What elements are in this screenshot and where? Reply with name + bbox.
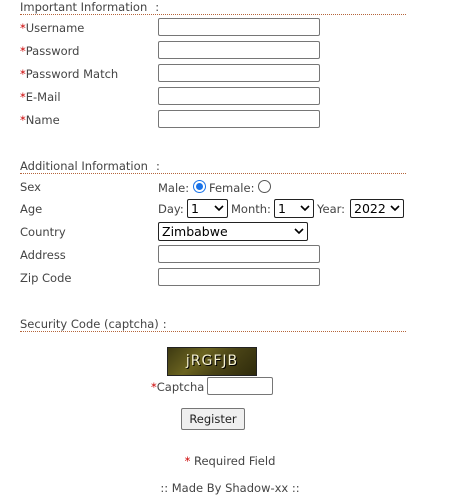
name-label: *Name	[20, 111, 60, 129]
password-match-label: *Password Match	[20, 65, 118, 83]
year-select[interactable]: 2022	[350, 199, 404, 218]
security-code-colon: :	[162, 317, 167, 331]
female-label: Female:	[209, 181, 255, 195]
email-input[interactable]	[158, 87, 320, 105]
month-select[interactable]: 1	[274, 199, 314, 218]
day-select-value: 1	[191, 201, 199, 216]
additional-info-header: Additional Information:	[20, 159, 406, 174]
country-select[interactable]: Zimbabwe	[158, 222, 308, 241]
age-label: Age	[20, 202, 43, 216]
important-info-title: Important Information	[20, 0, 148, 14]
male-label: Male:	[158, 181, 190, 195]
chevron-down-icon	[390, 205, 400, 212]
year-select-value: 2022	[354, 201, 386, 216]
day-select[interactable]: 1	[187, 199, 228, 218]
address-input[interactable]	[158, 245, 320, 263]
password-label-text: Password	[25, 44, 80, 58]
chevron-down-icon	[214, 205, 224, 212]
important-info-header: Important Information:	[20, 0, 406, 15]
month-select-value: 1	[278, 201, 286, 216]
day-label: Day:	[158, 202, 184, 216]
email-label: *E-Mail	[20, 88, 61, 106]
footer-credit: :: Made By Shadow-xx ::	[160, 481, 300, 495]
register-button[interactable]: Register	[181, 408, 245, 430]
country-select-value: Zimbabwe	[162, 224, 228, 239]
year-label: Year:	[317, 202, 346, 216]
required-field-note-text: Required Field	[190, 454, 276, 468]
female-radio[interactable]	[258, 180, 271, 193]
captcha-label-text: Captcha	[156, 380, 205, 394]
security-code-title: Security Code (captcha)	[20, 317, 159, 331]
registration-form: Important Information: *Username *Passwo…	[0, 0, 460, 501]
additional-info-title: Additional Information	[20, 159, 148, 173]
password-match-input[interactable]	[158, 64, 320, 82]
month-label: Month:	[231, 202, 271, 216]
security-code-header: Security Code (captcha):	[20, 317, 406, 332]
sex-label: Sex	[20, 180, 41, 194]
password-match-label-text: Password Match	[25, 67, 119, 81]
name-label-text: Name	[25, 113, 60, 127]
name-input[interactable]	[158, 110, 320, 128]
chevron-down-icon	[300, 205, 310, 212]
email-label-text: E-Mail	[25, 90, 61, 104]
captcha-image: jRGFJB	[167, 347, 257, 376]
captcha-label: *Captcha	[151, 378, 204, 396]
captcha-image-text: jRGFJB	[185, 353, 239, 369]
zip-code-label: Zip Code	[20, 271, 72, 285]
address-label: Address	[20, 248, 66, 262]
username-label-text: Username	[25, 21, 85, 35]
zip-code-input[interactable]	[158, 268, 320, 286]
chevron-down-icon	[294, 228, 304, 235]
password-label: *Password	[20, 42, 79, 60]
male-radio[interactable]	[193, 180, 206, 193]
username-label: *Username	[20, 19, 84, 37]
password-input[interactable]	[158, 41, 320, 59]
captcha-input[interactable]	[207, 377, 273, 395]
required-field-note: * Required Field	[0, 454, 460, 468]
username-input[interactable]	[158, 18, 320, 36]
additional-info-colon: :	[155, 159, 160, 173]
important-info-colon: :	[155, 0, 160, 14]
country-label: Country	[20, 225, 66, 239]
